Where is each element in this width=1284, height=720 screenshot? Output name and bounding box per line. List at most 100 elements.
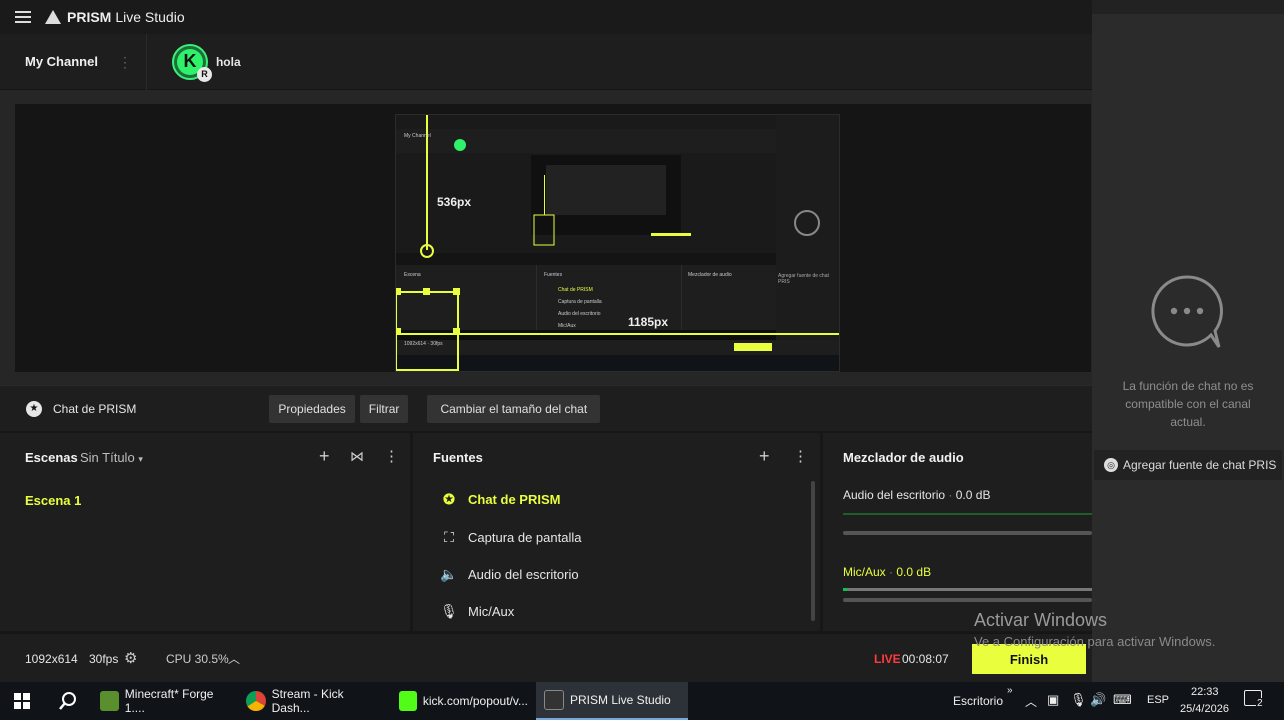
preview-canvas[interactable]: 536px 1185px My Channel Escena Fuentes M… — [15, 104, 1091, 372]
sources-more-icon[interactable]: ⋮ — [793, 449, 808, 464]
chat-panel-header — [1092, 0, 1284, 14]
channel-bar: My Channel ⋮ K R hola — [0, 33, 1092, 90]
mixer-title: Mezclador de audio — [843, 450, 964, 465]
source-label: Mic/Aux — [468, 604, 515, 619]
screen-capture-preview[interactable]: 536px 1185px My Channel Escena Fuentes M… — [395, 114, 840, 372]
microphone-tray-icon[interactable]: 🎙 — [1070, 692, 1087, 708]
channel-avatar[interactable]: K R — [171, 43, 212, 82]
transition-icon[interactable]: ⋈ — [350, 449, 364, 463]
inner-my-channel: My Channel — [404, 133, 431, 139]
filter-button[interactable]: Filtrar — [359, 394, 409, 423]
scene-collection-name: Sin Título — [80, 450, 135, 465]
cpu-usage: CPU 30.5% — [166, 652, 229, 666]
source-item-chat[interactable]: ✪ Chat de PRISM — [439, 491, 560, 508]
fps-label: 30fps — [89, 652, 119, 666]
start-icon[interactable] — [0, 682, 44, 720]
inner-audio-source: Audio del escritorio — [558, 311, 601, 317]
desktop-volume-slider[interactable] — [843, 531, 1092, 535]
chrome-icon — [246, 691, 266, 711]
inner-scenes: Escena — [404, 272, 421, 278]
source-label: Chat de PRISM — [468, 492, 561, 507]
taskbar-app-label: PRISM Live Studio — [570, 693, 671, 707]
prism-window: PRISM Live Studio My Channel ⋮ K R hola — [0, 0, 1092, 682]
divider — [145, 33, 147, 90]
speaker-icon: 🔈 — [440, 566, 458, 582]
double-chevron-icon[interactable]: » — [1007, 685, 1013, 696]
more-icon[interactable]: ⋮ — [118, 55, 132, 69]
taskbar-app-label: Stream - Kick Dash... — [271, 687, 344, 715]
mic-level-meter — [843, 588, 1092, 591]
height-measure-label: 536px — [437, 195, 472, 209]
source-label: Captura de pantalla — [468, 530, 582, 545]
app-logo: PRISM Live Studio — [45, 9, 185, 25]
dock-panels: Escenas Sin Título ▾ + ⋈ ⋮ Escena 1 Fuen… — [0, 431, 1092, 633]
search-icon[interactable] — [44, 682, 92, 720]
mixer-channel-name: Mic/Aux — [843, 565, 886, 579]
source-label: Audio del escritorio — [468, 567, 579, 582]
volume-icon[interactable]: 🔊 — [1090, 692, 1106, 708]
taskbar-app-minecraft[interactable]: Minecraft* Forge 1.... — [92, 682, 238, 720]
source-item-capture[interactable]: ⛶ Captura de pantalla — [439, 529, 581, 546]
chevron-up-icon[interactable]: ︿ — [228, 650, 240, 667]
inner-capture-source: Captura de pantalla — [558, 299, 602, 305]
tray-chevron-up-icon[interactable]: ︿ — [1025, 693, 1037, 710]
taskbar-app-label: Minecraft* Forge 1.... — [124, 687, 214, 715]
taskbar-app-kick-popout[interactable]: kick.com/popout/v... — [391, 682, 536, 720]
app-title-light: Live Studio — [115, 9, 185, 25]
mixer-channel-desktop: Audio del escritorio · 0.0 dB — [843, 488, 991, 502]
prism-logo-icon — [45, 10, 61, 24]
audio-mixer-panel: Mezclador de audio Audio del escritorio … — [823, 433, 1092, 631]
windows-taskbar: Minecraft* Forge 1.... Stream - Kick Das… — [0, 682, 1284, 720]
source-toolbar: ★ Chat de PRISM Propiedades Filtrar Camb… — [0, 385, 1092, 431]
language-indicator[interactable]: ESP — [1147, 694, 1169, 706]
add-source-icon[interactable]: + — [759, 447, 770, 465]
scene-item[interactable]: Escena 1 — [25, 493, 81, 508]
properties-button[interactable]: Propiedades — [269, 394, 355, 423]
add-scene-icon[interactable]: + — [319, 447, 330, 465]
inner-mic-source: Mic/Aux — [558, 323, 576, 329]
scenes-panel: Escenas Sin Título ▾ + ⋈ ⋮ Escena 1 — [0, 433, 410, 631]
mixer-channel-name: Audio del escritorio — [843, 488, 946, 502]
source-item-desktop-audio[interactable]: 🔈 Audio del escritorio — [439, 566, 579, 583]
sources-panel: Fuentes + ⋮ ✪ Chat de PRISM ⛶ Captura de… — [413, 433, 820, 631]
add-chat-source-button[interactable]: ◎ Agregar fuente de chat PRIS — [1094, 450, 1282, 480]
mic-level-fill — [843, 588, 847, 591]
live-indicator: LIVE — [874, 652, 901, 666]
sources-scrollbar[interactable] — [811, 481, 815, 621]
scenes-more-icon[interactable]: ⋮ — [384, 449, 399, 464]
settings-gear-icon[interactable]: ⚙ — [124, 649, 137, 667]
scenes-title: Escenas — [25, 450, 78, 465]
chat-star-icon: ★ — [26, 400, 42, 417]
taskbar-app-prism[interactable]: PRISM Live Studio — [536, 682, 688, 720]
mic-icon: 🎙 — [440, 603, 458, 619]
scene-collection-dropdown[interactable]: Sin Título ▾ — [80, 450, 143, 465]
meet-now-icon[interactable]: ▣ — [1047, 692, 1059, 708]
mic-volume-slider[interactable] — [843, 598, 1092, 602]
mixer-channel-level: 0.0 dB — [896, 565, 932, 579]
chat-add-icon: ◎ — [1104, 458, 1118, 472]
sources-title: Fuentes — [433, 450, 483, 465]
prism-app-icon — [544, 690, 564, 710]
my-channel-label[interactable]: My Channel — [25, 54, 98, 69]
title-bar: PRISM Live Studio — [0, 0, 1092, 34]
platform-badge: R — [196, 66, 212, 82]
chat-panel: La función de chat no es compatible con … — [1092, 0, 1284, 682]
selected-source: ★ Chat de PRISM — [26, 400, 137, 417]
kick-icon — [399, 691, 417, 711]
resize-chat-button[interactable]: Cambiar el tamaño del chat — [427, 394, 601, 423]
taskbar-app-chrome-kick[interactable]: Stream - Kick Dash... — [238, 682, 391, 720]
live-timer: 00:08:07 — [902, 652, 949, 666]
menu-icon[interactable] — [15, 8, 31, 26]
screen-capture-icon: ⛶ — [444, 529, 454, 545]
chat-unsupported-message: La función de chat no es compatible con … — [1122, 379, 1254, 429]
clock-time[interactable]: 22:33 — [1191, 686, 1219, 698]
width-measure-label: 1185px — [628, 315, 669, 329]
keyboard-icon[interactable]: ⌨ — [1113, 692, 1132, 708]
selected-source-name: Chat de PRISM — [53, 401, 137, 416]
clock-date[interactable]: 25/4/2026 — [1180, 703, 1229, 715]
source-item-mic[interactable]: 🎙 Mic/Aux — [439, 603, 514, 620]
app-title-bold: PRISM — [67, 9, 112, 25]
desktop-toolbar[interactable]: Escritorio — [953, 694, 1003, 708]
inner-add-chat: Agregar fuente de chat PRIS — [778, 273, 829, 285]
taskbar-app-label: kick.com/popout/v... — [422, 694, 528, 708]
